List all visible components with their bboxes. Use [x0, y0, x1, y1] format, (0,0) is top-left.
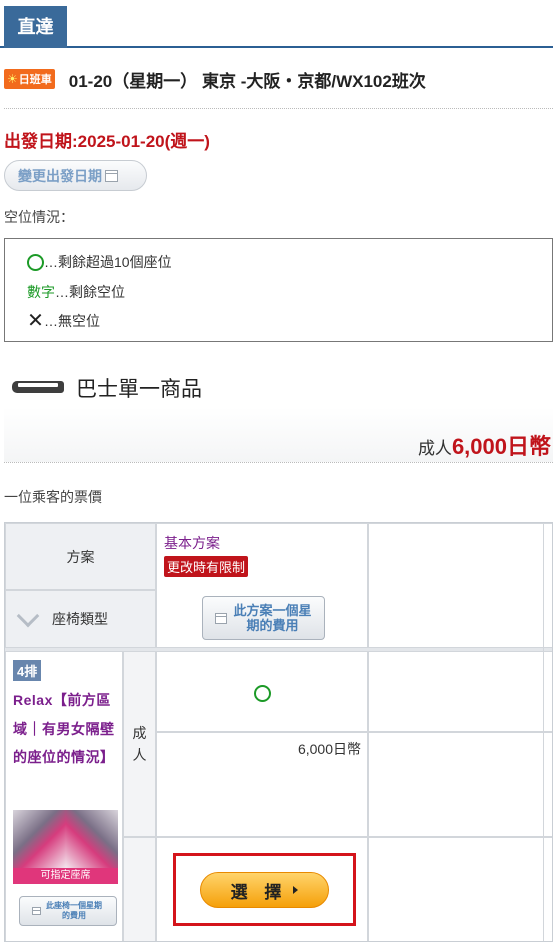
page-header: 直達: [0, 0, 553, 48]
seat-type-label: 座椅類型: [52, 611, 108, 627]
plan-week-fare-button[interactable]: 此方案一個星期的費用: [202, 596, 325, 640]
play-arrow-icon: [293, 886, 299, 894]
empty-plan-header: [368, 523, 552, 648]
empty-cell: [368, 651, 552, 732]
fare-table: 方案 座椅類型 基本方案 更改時有限制 此方案一個星期的費用 4排 Relax【…: [4, 522, 553, 942]
route-text: 01-20（星期一） 東京 -大阪・京都/WX102班次: [68, 71, 426, 91]
number-label: 數字: [27, 284, 55, 300]
calendar-icon: [105, 169, 118, 182]
restriction-badge: 更改時有限制: [164, 556, 249, 577]
plan-week-fare-label: 此方案一個星期的費用: [233, 603, 312, 633]
fare-value: 6,000日幣: [297, 741, 361, 757]
circle-icon: [27, 253, 44, 271]
chevron-down-icon: [18, 609, 38, 629]
day-service-label: 日班車: [18, 74, 52, 86]
availability-title: 空位情況：: [4, 209, 74, 225]
plan-column-header: 方案: [5, 523, 156, 590]
passenger-type-cell: 成人: [123, 651, 156, 837]
calendar-icon: [32, 907, 41, 915]
divider: [4, 462, 553, 463]
legend-text: …剩餘超過10個座位: [44, 254, 172, 270]
availability-legend: …剩餘超過10個座位 數字 …剩餘空位 ✕ …無空位: [4, 238, 553, 342]
departure-date: 出發日期:2025-01-20(週一): [4, 132, 210, 151]
legend-text: …剩餘空位: [55, 284, 125, 300]
row-badge: 4排: [13, 660, 42, 681]
change-date-label: 變更出發日期: [18, 167, 102, 184]
legend-text: …無空位: [44, 313, 100, 329]
seat-week-fare-label: 此座椅一個星期的費用: [46, 901, 102, 920]
route-info: ☀ 日班車 01-20（星期一） 東京 -大阪・京都/WX102班次: [4, 66, 426, 92]
legend-item: …剩餘超過10個座位: [27, 252, 172, 272]
seat-name[interactable]: Relax【前方區域｜有男女隔壁的座位的情況】: [13, 686, 121, 772]
column-divider: [543, 523, 544, 941]
legend-item: ✕ …無空位: [27, 311, 100, 331]
passenger-type-blank: [123, 837, 156, 941]
price-prefix: 成人: [417, 439, 452, 458]
select-button[interactable]: 選 擇: [200, 872, 329, 908]
seat-type-header[interactable]: 座椅類型: [5, 590, 156, 648]
price-bar: 成人6,000日幣: [4, 407, 553, 462]
day-service-badge: ☀ 日班車: [4, 69, 55, 89]
change-departure-date-button[interactable]: 變更出發日期: [4, 160, 147, 191]
passenger-type: 成人: [132, 725, 147, 763]
sun-icon: ☀: [7, 72, 18, 86]
product-heading: 巴士單一商品: [12, 373, 202, 403]
direct-tab[interactable]: 直達: [4, 6, 67, 48]
adult-price: 成人6,000日幣: [418, 429, 551, 461]
product-title: 巴士單一商品: [76, 378, 202, 401]
select-cell: 選 擇: [156, 837, 368, 941]
calendar-icon: [214, 612, 227, 624]
availability-cell: [156, 651, 368, 732]
basic-plan-name[interactable]: 基本方案: [164, 533, 220, 553]
empty-cell: [368, 837, 552, 941]
legend-item: 數字 …剩餘空位: [27, 282, 125, 302]
divider: [4, 108, 553, 109]
select-label: 選 擇: [230, 882, 288, 902]
photo-caption: 可指定座席: [13, 868, 118, 884]
basic-plan-header: 基本方案 更改時有限制 此方案一個星期的費用: [156, 523, 368, 648]
circle-icon: [254, 685, 271, 702]
seat-type-cell: 4排 Relax【前方區域｜有男女隔壁的座位的情況】 可指定座席 此座椅一個星期…: [5, 651, 123, 941]
seat-week-fare-button[interactable]: 此座椅一個星期的費用: [19, 896, 117, 926]
seat-photo: 可指定座席: [13, 810, 118, 884]
bus-icon: [12, 379, 64, 397]
fare-cell: 6,000日幣: [156, 732, 368, 837]
price-value: 6,000日幣: [451, 434, 551, 459]
empty-cell: [368, 732, 552, 837]
highlight-box: 選 擇: [173, 853, 356, 926]
fare-note: 一位乘客的票價: [4, 489, 102, 505]
cross-icon: ✕: [27, 310, 44, 332]
